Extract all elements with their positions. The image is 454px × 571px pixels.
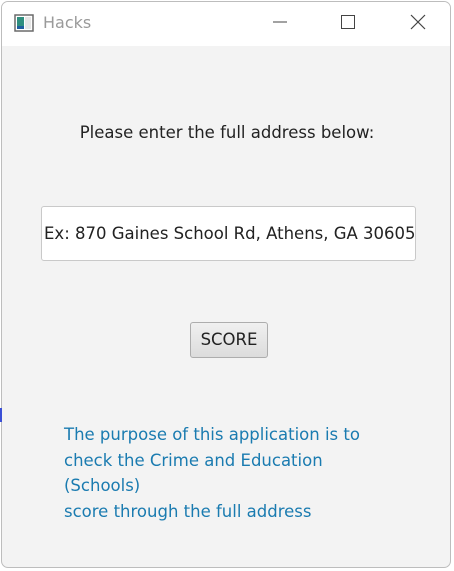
info-line: score through the full address bbox=[64, 501, 312, 521]
maximize-button[interactable] bbox=[325, 2, 371, 46]
score-button[interactable]: SCORE bbox=[190, 322, 268, 358]
info-description: The purpose of this application is to ch… bbox=[64, 422, 404, 524]
maximize-icon bbox=[340, 14, 356, 34]
app-window: Hacks Please enter the full address belo… bbox=[1, 1, 451, 568]
title-bar[interactable]: Hacks bbox=[2, 2, 450, 46]
address-input[interactable] bbox=[41, 206, 416, 261]
info-line: The purpose of this application is to bbox=[64, 425, 360, 444]
background-window-edge bbox=[0, 408, 2, 422]
java-app-icon bbox=[14, 13, 34, 33]
info-line: check the Crime and Education (Schools) bbox=[64, 450, 323, 496]
minimize-button[interactable] bbox=[257, 2, 303, 46]
close-icon bbox=[409, 13, 427, 35]
window-title: Hacks bbox=[43, 13, 92, 32]
minimize-icon bbox=[272, 14, 288, 34]
close-button[interactable] bbox=[395, 2, 441, 46]
address-prompt-label: Please enter the full address below: bbox=[79, 123, 375, 142]
